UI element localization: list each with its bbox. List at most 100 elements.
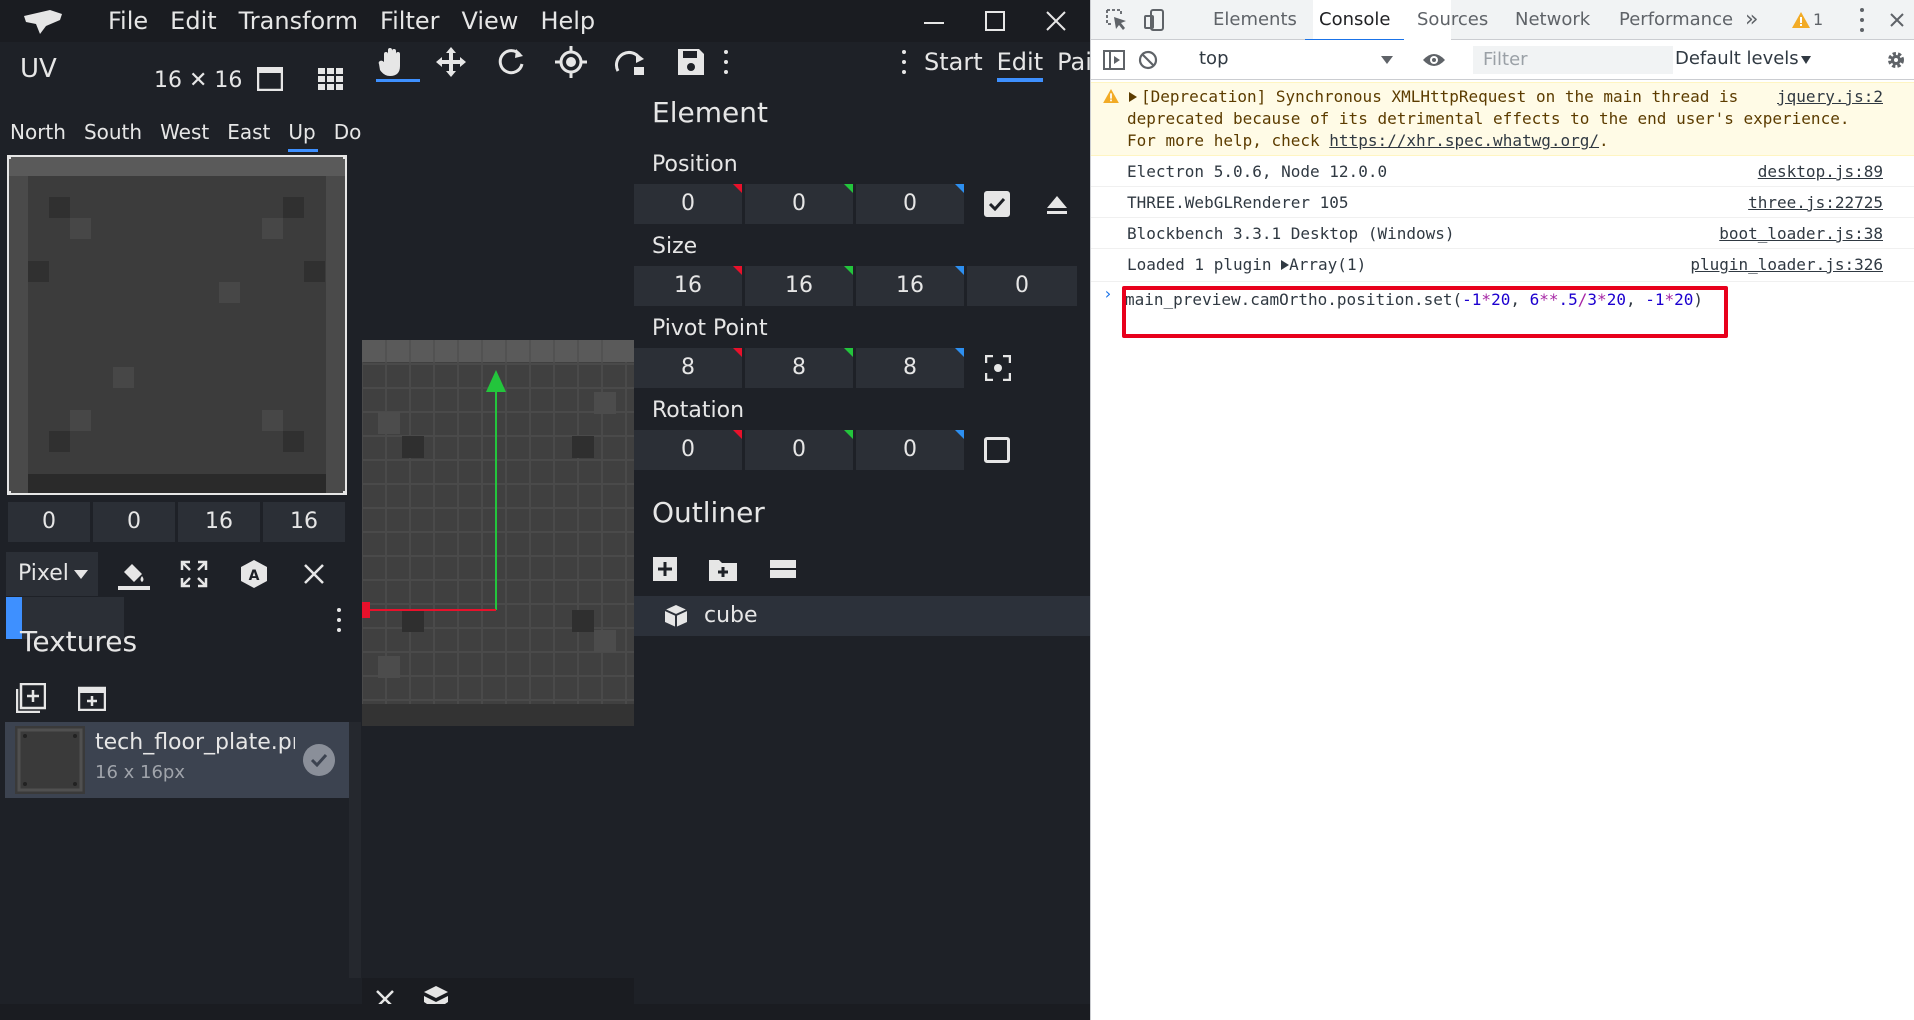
size-x-field[interactable]: 16 — [634, 266, 742, 306]
collapse-all-button[interactable] — [768, 554, 798, 584]
menu-help[interactable]: Help — [540, 0, 595, 42]
menu-file[interactable]: File — [108, 0, 148, 42]
size-z-field[interactable]: 16 — [856, 266, 964, 306]
save-button[interactable] — [674, 46, 708, 78]
uv-y-field[interactable]: 0 — [93, 502, 175, 542]
mode-tab-start[interactable]: Start — [924, 42, 983, 82]
import-texture-button[interactable] — [16, 683, 46, 713]
console-message-source[interactable]: desktop.js:89 — [1758, 162, 1883, 181]
mode-tab-paint[interactable]: Pai — [1057, 42, 1090, 82]
size-y-field[interactable]: 16 — [745, 266, 853, 306]
face-tab-west[interactable]: West — [150, 112, 217, 152]
warning-icon[interactable] — [1791, 10, 1811, 30]
add-cube-button[interactable] — [650, 554, 680, 584]
create-texture-button[interactable] — [77, 683, 107, 713]
devtools-menu-icon[interactable] — [1857, 8, 1867, 32]
maximize-button[interactable] — [965, 0, 1025, 42]
xhr-spec-link[interactable]: https://xhr.spec.whatwg.org/ — [1329, 131, 1599, 150]
3d-viewport[interactable] — [362, 82, 634, 978]
console-message-source[interactable]: plugin_loader.js:326 — [1690, 255, 1883, 274]
drop-to-floor-button[interactable] — [1044, 192, 1070, 218]
uv-snap-select[interactable]: Pixel — [6, 552, 98, 596]
rotation-x-field[interactable]: 0 — [634, 430, 742, 470]
vertex-snap-tool-button[interactable] — [614, 46, 648, 78]
console-message-source[interactable]: three.js:22725 — [1748, 193, 1883, 212]
toolbar-more-menu-icon[interactable] — [721, 50, 731, 74]
tab-network[interactable]: Network — [1515, 0, 1590, 40]
menu-view[interactable]: View — [461, 0, 518, 42]
center-pivot-button[interactable] — [984, 354, 1012, 382]
texture-check-icon[interactable] — [303, 744, 335, 776]
device-toolbar-button[interactable] — [1143, 8, 1167, 32]
pivot-z-field[interactable]: 8 — [856, 348, 964, 388]
console-settings-button[interactable] — [1885, 49, 1907, 71]
uv-fullview-button[interactable] — [255, 64, 285, 94]
clear-uv-button[interactable] — [297, 558, 331, 590]
position-z-field[interactable]: 0 — [856, 184, 964, 224]
close-devtools-button[interactable] — [1887, 10, 1907, 30]
position-label: Position — [652, 152, 738, 177]
uv-texture-preview[interactable] — [7, 155, 347, 495]
add-square-icon — [16, 683, 46, 713]
uv-more-menu-icon[interactable] — [334, 608, 344, 632]
modes-more-menu-icon[interactable] — [899, 50, 909, 74]
rotation-z-field[interactable]: 0 — [856, 430, 964, 470]
pivot-y-field[interactable]: 8 — [745, 348, 853, 388]
position-x-field[interactable]: 0 — [634, 184, 742, 224]
live-expression-button[interactable] — [1421, 49, 1447, 71]
menu-edit[interactable]: Edit — [170, 0, 216, 42]
add-group-button[interactable] — [708, 554, 738, 584]
uv-width-field[interactable]: 16 — [178, 502, 260, 542]
face-tab-south[interactable]: South — [74, 112, 150, 152]
position-checkbox-checked[interactable] — [984, 191, 1010, 217]
uv-maximize-button[interactable] — [177, 558, 211, 590]
minimize-button[interactable] — [904, 0, 964, 42]
left-panel-scrollbar[interactable] — [349, 722, 361, 978]
clear-console-button[interactable] — [1137, 49, 1159, 71]
rotation-y-field[interactable]: 0 — [745, 430, 853, 470]
more-tabs-button[interactable]: » — [1745, 0, 1758, 40]
devtools-tab-bar: Elements Console Sources Network Perform… — [1091, 0, 1914, 41]
log-levels-dropdown[interactable]: Default levels — [1675, 48, 1799, 69]
warning-count-badge[interactable]: 1 — [1813, 0, 1823, 40]
expand-triangle-icon[interactable] — [1281, 260, 1290, 270]
face-tab-north[interactable]: North — [0, 112, 74, 152]
menu-filter[interactable]: Filter — [380, 0, 439, 42]
uv-height-field[interactable]: 16 — [263, 502, 345, 542]
rotate-tool-button[interactable] — [494, 46, 528, 78]
uv-x-field[interactable]: 0 — [8, 502, 90, 542]
position-y-field[interactable]: 0 — [745, 184, 853, 224]
move-tool-button[interactable] — [434, 46, 468, 78]
inspect-element-button[interactable] — [1105, 8, 1129, 32]
context-selector[interactable]: top — [1199, 48, 1229, 69]
inflate-field[interactable]: 0 — [967, 266, 1077, 306]
show-sidebar-button[interactable] — [1103, 49, 1125, 71]
tab-elements[interactable]: Elements — [1213, 0, 1297, 40]
pivot-tool-button[interactable] — [554, 46, 588, 78]
caret-down-icon[interactable] — [1801, 56, 1811, 64]
uv-grid-button[interactable] — [316, 64, 346, 94]
pivot-x-field[interactable]: 8 — [634, 348, 742, 388]
close-window-button[interactable] — [1026, 0, 1086, 42]
console-message-source[interactable]: boot_loader.js:38 — [1719, 224, 1883, 243]
console-message-text: Loaded 1 plugin Array(1) — [1127, 255, 1366, 274]
move-view-tool-button[interactable] — [376, 46, 420, 82]
caret-down-icon[interactable] — [1381, 56, 1393, 64]
outliner-item-cube[interactable]: cube — [634, 596, 1090, 636]
console-filter-input[interactable]: Filter — [1473, 46, 1673, 74]
warning-source-link[interactable]: jquery.js:2 — [1777, 87, 1883, 106]
paint-bucket-button[interactable] — [117, 558, 151, 590]
mode-tab-edit[interactable]: Edit — [996, 42, 1044, 82]
rescale-checkbox[interactable] — [984, 437, 1010, 463]
face-tab-east[interactable]: East — [217, 112, 278, 152]
expand-triangle-icon[interactable] — [1129, 92, 1137, 102]
tab-console[interactable]: Console — [1304, 0, 1406, 41]
texture-list-item[interactable]: tech_floor_plate.png 16 x 16px — [5, 722, 349, 798]
array-object-preview[interactable]: Array(1) — [1289, 255, 1366, 274]
tab-performance[interactable]: Performance — [1619, 0, 1733, 40]
mode-tabs: Start Edit Pai — [924, 42, 1090, 82]
auto-uv-button[interactable]: A — [237, 558, 271, 590]
face-tab-up[interactable]: Up — [278, 112, 323, 152]
tab-sources[interactable]: Sources — [1417, 0, 1488, 40]
menu-transform[interactable]: Transform — [239, 0, 358, 42]
